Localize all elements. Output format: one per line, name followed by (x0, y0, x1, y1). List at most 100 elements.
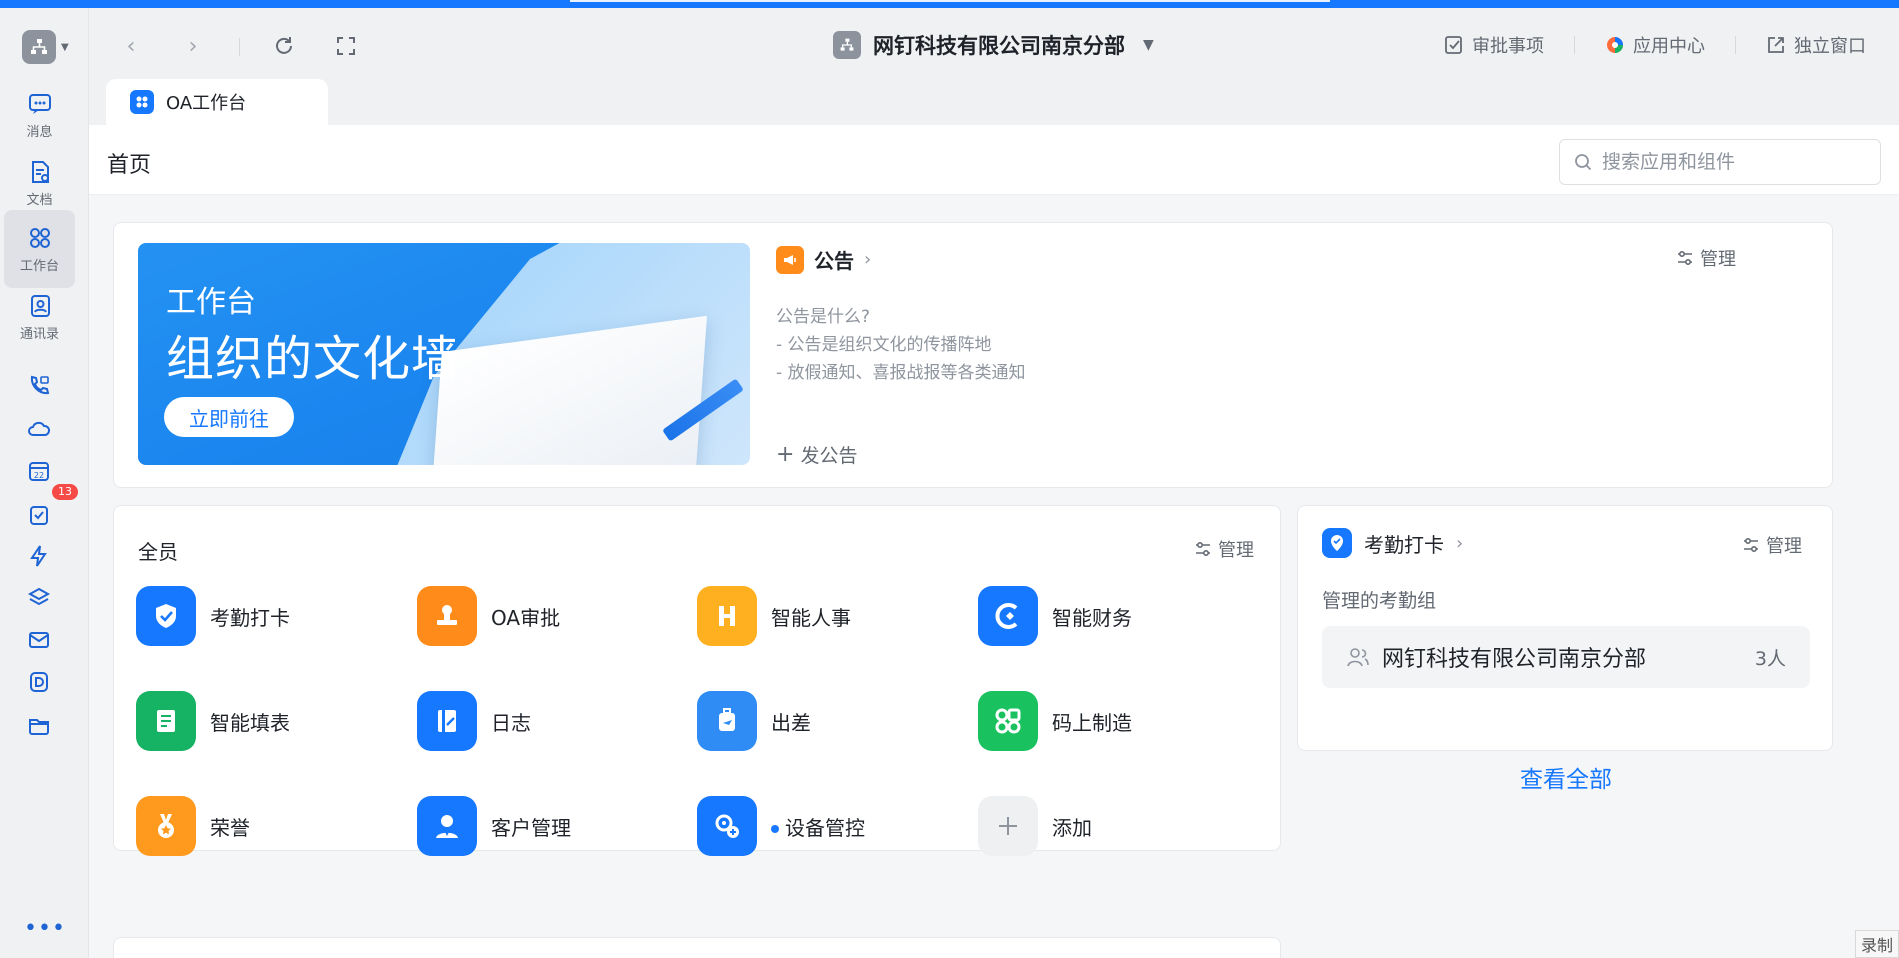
attendance-header[interactable]: 考勤打卡 › (1322, 528, 1463, 558)
stamp-icon (417, 586, 477, 646)
lightning-icon[interactable] (22, 539, 56, 573)
rail-item-label: 消息 (26, 124, 53, 140)
notice-card: 工作台 组织的文化墙 立即前往 公告 › 管理 公告是什么? - 公告是组织文化… (113, 222, 1833, 488)
top-accent-bar (0, 0, 1899, 8)
hr-h-icon (697, 586, 757, 646)
forward-icon[interactable]: › (179, 32, 207, 60)
attendance-group-count: 3人 (1754, 647, 1786, 670)
notice-line: - 放假通知、喜报战报等各类通知 (776, 363, 1026, 383)
location-check-icon (1322, 528, 1352, 558)
chevron-down-icon[interactable]: ▼ (61, 42, 69, 53)
app-honor[interactable]: 荣誉 (136, 796, 250, 856)
attendance-manage-button[interactable]: 管理 (1742, 532, 1802, 558)
notice-line: - 公告是组织文化的传播阵地 (776, 335, 992, 355)
search-box[interactable] (1559, 139, 1881, 185)
settings-sliders-icon (1678, 250, 1692, 266)
banner-line1: 工作台 (166, 285, 256, 320)
todo-icon[interactable]: 13 (22, 484, 78, 532)
tab-oa-workbench[interactable]: OA工作台 (106, 79, 328, 125)
app-name: 智能财务 (1052, 605, 1132, 630)
folder-icon[interactable] (22, 708, 56, 742)
post-notice-label: 发公告 (800, 445, 858, 467)
approval-label: 审批事项 (1472, 36, 1544, 57)
record-tag[interactable]: 录制 (1855, 930, 1899, 958)
app-center-label: 应用中心 (1633, 36, 1705, 57)
workbench-icon (29, 227, 50, 248)
app-log[interactable]: 日志 (417, 691, 531, 751)
manage-label: 管理 (1700, 249, 1736, 270)
finance-icon (978, 586, 1038, 646)
refresh-icon[interactable] (270, 32, 298, 60)
approval-button[interactable]: 审批事项 (1444, 32, 1544, 58)
app-name: OA审批 (491, 605, 561, 630)
app-smart-finance[interactable]: 智能财务 (978, 586, 1132, 646)
search-input[interactable] (1602, 151, 1872, 173)
attendance-group-row[interactable]: 网钉科技有限公司南京分部 3人 (1322, 626, 1810, 688)
app-business-trip[interactable]: 出差 (697, 691, 811, 751)
rail-item-workbench[interactable]: 工作台 (4, 210, 75, 288)
attendance-card: 考勤打卡 › 管理 管理的考勤组 网钉科技有限公司南京分部 3人 查看全部 (1297, 505, 1833, 793)
go-now-button[interactable]: 立即前往 (164, 397, 294, 437)
phone-video-icon[interactable] (22, 369, 56, 403)
external-window-button[interactable]: 独立窗口 (1766, 32, 1866, 58)
org-switcher-icon[interactable] (22, 30, 56, 64)
docs-d-icon[interactable] (22, 665, 56, 699)
app-smart-form[interactable]: 智能填表 (136, 691, 290, 751)
layers-icon[interactable] (22, 581, 56, 615)
external-window-icon (1768, 37, 1784, 53)
app-name: 添加 (1052, 815, 1092, 840)
attendance-title: 考勤打卡 (1364, 532, 1444, 557)
app-code-manufacturing[interactable]: 码上制造 (978, 691, 1132, 751)
app-oa-approval[interactable]: OA审批 (417, 586, 560, 646)
org-title[interactable]: 网钉科技有限公司南京分部 ▼ (833, 30, 1154, 60)
calendar-icon[interactable]: 22 (22, 454, 56, 488)
chevron-right-icon: › (1456, 532, 1464, 554)
todo-badge: 13 (52, 484, 78, 500)
notice-header[interactable]: 公告 › (776, 245, 871, 274)
app-name: 出差 (771, 710, 811, 735)
more-icon[interactable]: ••• (24, 918, 66, 940)
app-device-control[interactable]: 设备管控 (697, 796, 865, 856)
fullscreen-icon[interactable] (332, 32, 360, 60)
contacts-icon (30, 294, 50, 317)
cloud-icon[interactable] (22, 412, 56, 446)
megaphone-icon (776, 245, 804, 274)
post-notice-button[interactable]: + 发公告 (776, 441, 857, 468)
document-icon (31, 160, 49, 183)
divider (239, 38, 240, 56)
manage-label: 管理 (1218, 540, 1254, 561)
notice-manage-button[interactable]: 管理 (1676, 245, 1736, 271)
qr-code-icon (978, 691, 1038, 751)
log-book-icon (417, 691, 477, 751)
app-crm[interactable]: 客户管理 (417, 796, 571, 856)
app-attendance[interactable]: 考勤打卡 (136, 586, 290, 646)
device-gear-icon (697, 796, 757, 856)
app-center-icon (1607, 37, 1623, 53)
header-actions: 审批事项 应用中心 独立窗口 (1444, 32, 1866, 58)
app-name: 日志 (491, 710, 531, 735)
back-icon[interactable]: ‹ (117, 32, 145, 60)
chevron-right-icon: › (864, 249, 872, 270)
app-name-text: 设备管控 (785, 815, 865, 840)
app-name: 智能填表 (210, 710, 290, 735)
left-rail: ▼ 消息 文档 工作台 通讯录 22 13 ••• (0, 8, 89, 958)
app-name: 智能人事 (771, 605, 851, 630)
mail-icon[interactable] (22, 623, 56, 657)
view-all-link[interactable]: 查看全部 (1298, 760, 1834, 794)
app-name: 客户管理 (491, 815, 571, 840)
app-add[interactable]: 添加 (978, 796, 1092, 856)
page-header: 首页 (89, 125, 1899, 195)
rail-item-contacts[interactable]: 通讯录 (4, 278, 75, 356)
external-window-label: 独立窗口 (1794, 36, 1866, 57)
culture-wall-banner[interactable]: 工作台 组织的文化墙 立即前往 (138, 243, 750, 465)
rail-item-messages[interactable]: 消息 (4, 76, 75, 154)
app-center-button[interactable]: 应用中心 (1605, 32, 1705, 58)
apps-manage-button[interactable]: 管理 (1194, 536, 1254, 562)
approval-check-icon (1445, 36, 1462, 54)
notice-description: 公告是什么? - 公告是组织文化的传播阵地 - 放假通知、喜报战报等各类通知 (776, 303, 1026, 387)
app-name: 荣誉 (210, 815, 250, 840)
new-dot-indicator (771, 825, 779, 833)
attendance-group-name: 网钉科技有限公司南京分部 (1382, 647, 1647, 672)
attendance-subtitle: 管理的考勤组 (1322, 590, 1437, 612)
app-smart-hr[interactable]: 智能人事 (697, 586, 851, 646)
